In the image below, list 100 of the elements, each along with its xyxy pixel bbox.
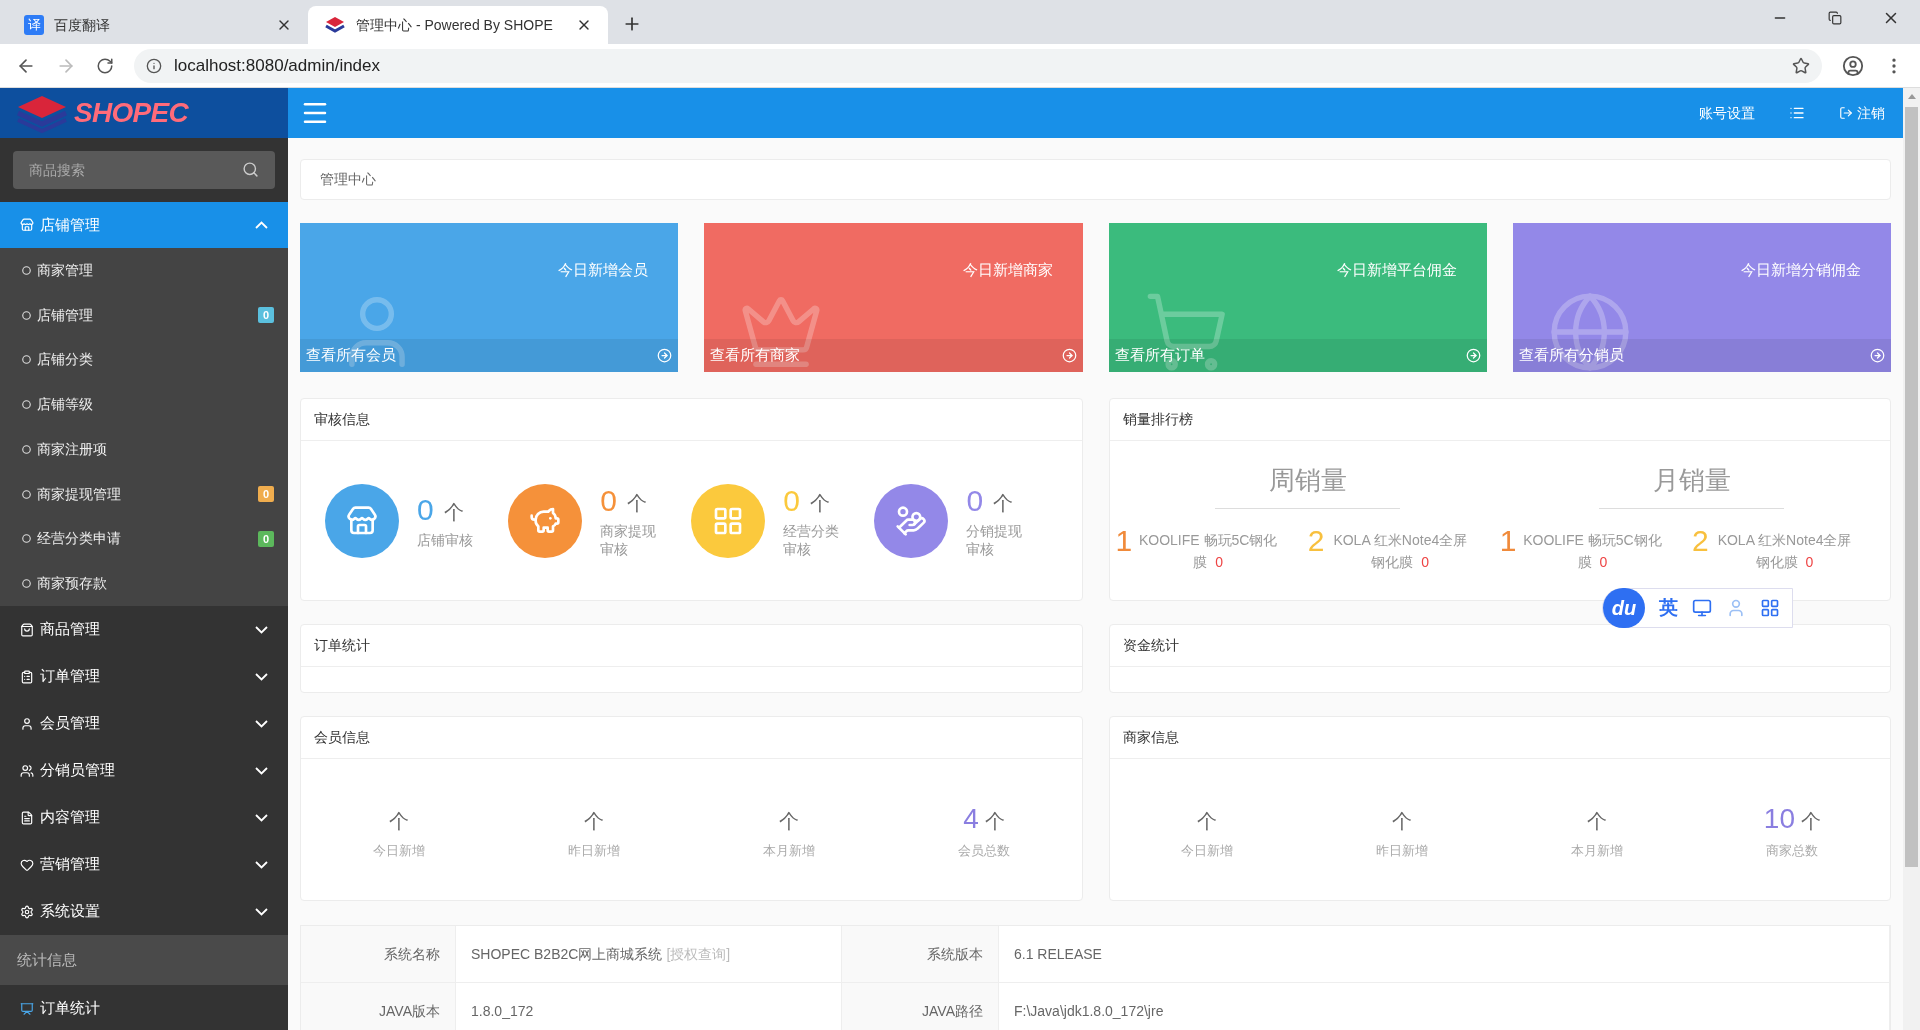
unit-label: 个 (626, 490, 647, 516)
panel-title: 会员信息 (314, 728, 370, 747)
rank-number: 1 (1115, 525, 1133, 557)
star-icon[interactable] (1792, 56, 1810, 75)
reload-icon[interactable] (96, 56, 114, 75)
unit-label: 个 (809, 490, 830, 516)
submenu-item[interactable]: 商家管理 (0, 248, 288, 293)
translate-app-icon: 译 (24, 15, 44, 35)
count-badge: 0 (257, 307, 274, 324)
audit-count: 0 (600, 483, 617, 518)
rank-number: 2 (1691, 525, 1709, 557)
browser-tab[interactable]: 译 百度翻译 (8, 6, 308, 44)
product-name: KOOLIFE 畅玩5C钢化膜 0 (1522, 531, 1663, 572)
submenu-item[interactable]: 店铺管理 0 (0, 292, 288, 338)
unit-label: 个 (583, 808, 604, 834)
address-bar[interactable]: localhost:8080/admin/index (134, 48, 1822, 83)
chevron-down-icon (255, 719, 268, 728)
submenu-label: 店铺管理 (37, 305, 94, 325)
logo-icon (324, 16, 346, 34)
stat-label: 今日新增 (1181, 841, 1234, 860)
arrow-circle-icon (1061, 348, 1077, 363)
table-label: 系统版本 (927, 944, 983, 964)
bag-icon (20, 622, 34, 637)
audit-count: 0 (783, 483, 800, 518)
circle-icon (22, 579, 31, 589)
menu-item[interactable]: 订单统计 (0, 985, 288, 1030)
card-title: 今日新增分销佣金 (1741, 260, 1861, 280)
unit-label: 个 (778, 808, 799, 834)
audit-label: 店铺审核 (417, 530, 474, 549)
scrollbar[interactable] (1903, 88, 1920, 1030)
chart-board-icon (20, 1001, 34, 1016)
account-icon[interactable] (1842, 54, 1864, 77)
panel-title: 审核信息 (314, 410, 370, 429)
unit-label: 个 (1587, 808, 1608, 834)
circle-icon (22, 400, 31, 410)
restore-icon[interactable] (1828, 11, 1842, 25)
info-icon (146, 57, 162, 74)
search-field[interactable]: 商品搜索 (13, 151, 275, 189)
list-icon[interactable] (1789, 105, 1805, 121)
submenu-item[interactable]: 商家注册项 (0, 427, 288, 472)
chevron-down-icon (255, 625, 268, 634)
submenu-label: 商家预存款 (37, 574, 108, 594)
stat-number: 4 (963, 802, 979, 835)
audit-count: 0 (417, 492, 434, 527)
logo-icon (14, 93, 70, 133)
submenu-item[interactable]: 商家提现管理 0 (0, 471, 288, 517)
browser-tab[interactable]: 管理中心 - Powered By SHOPE (308, 6, 608, 44)
unit-label: 个 (1197, 808, 1218, 834)
language-toggle[interactable]: 英 (1659, 593, 1678, 623)
document-icon (20, 810, 34, 825)
submenu-item[interactable]: 经营分类申请 0 (0, 516, 288, 562)
list-icon (20, 669, 34, 684)
stat-label: 今日新增 (372, 841, 425, 860)
translate-logo[interactable]: du (1603, 588, 1645, 628)
circle-icon (22, 489, 31, 499)
arrow-circle-icon (1465, 348, 1481, 363)
table-value: 6.1 RELEASE (1014, 944, 1102, 964)
submenu-label: 经营分类申请 (37, 529, 122, 549)
audit-label: 经营分类审核 (783, 521, 841, 558)
unit-label: 个 (984, 808, 1005, 834)
breadcrumb-text: 管理中心 (320, 170, 376, 189)
stat-label: 本月新增 (762, 841, 815, 860)
rank-number: 1 (1499, 525, 1517, 557)
shop-icon (20, 218, 34, 232)
stat-label: 会员总数 (957, 841, 1010, 860)
url-text: localhost:8080/admin/index (174, 54, 382, 77)
panel-title: 资金统计 (1122, 636, 1179, 655)
table-label: JAVA路径 (922, 1001, 983, 1021)
stat-number: 10 (1763, 802, 1795, 835)
circle-icon (22, 310, 31, 320)
audit-count: 0 (966, 483, 984, 518)
heart-icon (20, 857, 34, 872)
users-icon (20, 763, 34, 778)
grid-icon[interactable] (1760, 598, 1780, 618)
stat-label: 商家总数 (1766, 841, 1819, 860)
circle-icon (22, 444, 31, 454)
submenu-label: 店铺分类 (37, 350, 94, 370)
card-title: 今日新增平台佣金 (1336, 260, 1457, 280)
count-badge: 0 (257, 486, 274, 503)
ranking-heading: 周销量 (1215, 461, 1401, 509)
product-name: KOLA 红米Note4全屏钢化膜 0 (1716, 531, 1853, 572)
circle-icon (22, 355, 31, 365)
logo-text: SHOPEC (74, 96, 189, 130)
circle-icon (22, 265, 31, 275)
card-title: 今日新增商家 (962, 260, 1053, 280)
tab-title: 百度翻译 (54, 15, 111, 35)
chevron-up-icon (255, 221, 268, 229)
submenu-item[interactable]: 店铺等级 (0, 382, 288, 427)
submenu-item[interactable]: 商家预存款 (0, 561, 288, 606)
table-value: F:\Java\jdk1.8.0_172\jre (1014, 1001, 1164, 1021)
product-name: KOOLIFE 畅玩5C钢化膜 0 (1138, 531, 1279, 572)
monitor-icon[interactable] (1692, 598, 1712, 618)
panel-title: 订单统计 (314, 636, 370, 655)
unit-label: 个 (1801, 808, 1821, 834)
panel-title: 商家信息 (1122, 728, 1179, 747)
table-label: 系统名称 (384, 944, 440, 964)
rank-number: 2 (1307, 525, 1325, 557)
scroll-up-icon (1907, 94, 1916, 99)
panel-title: 销量排行榜 (1122, 410, 1193, 429)
submenu-item[interactable]: 店铺分类 (0, 337, 288, 383)
